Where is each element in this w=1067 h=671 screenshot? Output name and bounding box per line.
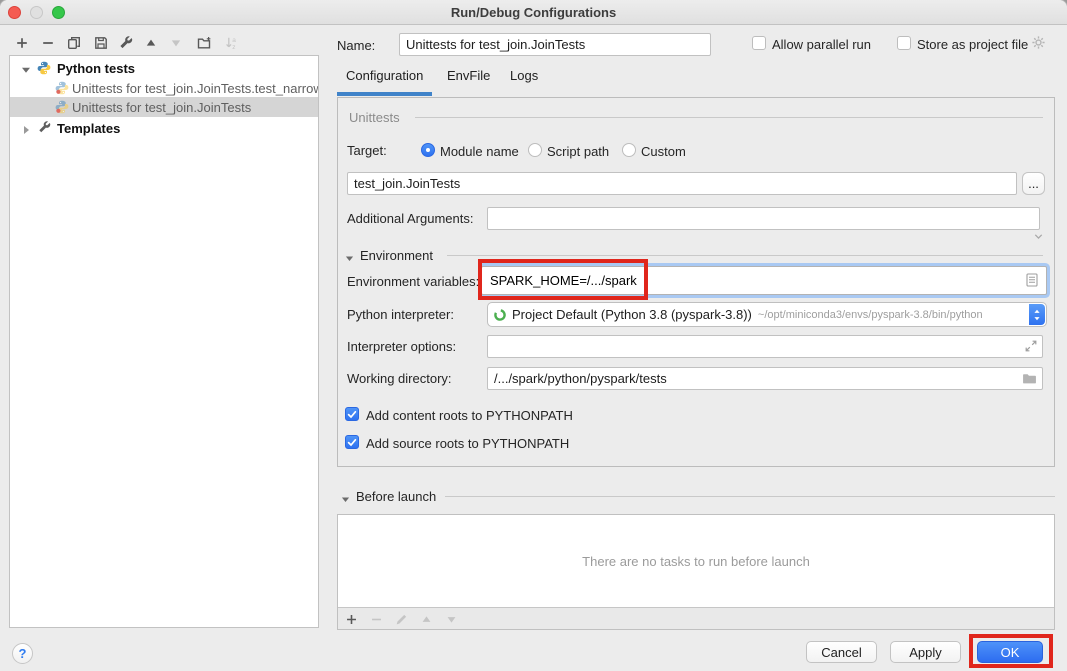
tree-item-jointests-selected[interactable]: Unittests for test_join.JoinTests xyxy=(10,97,318,117)
radio-custom[interactable] xyxy=(622,143,636,157)
edit-task-button xyxy=(393,611,410,628)
radio-custom-label[interactable]: Custom xyxy=(641,144,686,159)
no-tasks-message: There are no tasks to run before launch xyxy=(338,515,1054,607)
sort-configurations-button xyxy=(223,34,240,51)
ok-button[interactable]: OK xyxy=(977,641,1043,663)
environment-section-title[interactable]: Environment xyxy=(360,248,433,263)
add-task-button[interactable] xyxy=(343,611,360,628)
remove-task-button xyxy=(368,611,385,628)
target-label: Target: xyxy=(347,143,387,158)
tab-label: Configuration xyxy=(346,68,423,83)
name-input[interactable] xyxy=(399,33,711,56)
module-name-input[interactable] xyxy=(347,172,1017,195)
conda-icon xyxy=(493,308,507,322)
python-interpreter-select[interactable]: Project Default (Python 3.8 (pyspark-3.8… xyxy=(487,302,1047,327)
allow-parallel-run-checkbox[interactable] xyxy=(752,36,766,50)
before-launch-collapse-icon[interactable] xyxy=(341,492,350,507)
radio-script-path[interactable] xyxy=(528,143,542,157)
interpreter-options-input[interactable] xyxy=(487,335,1043,358)
active-tab-underline xyxy=(337,92,432,96)
radio-module-name[interactable] xyxy=(421,143,435,157)
tree-item-label: Templates xyxy=(57,121,120,136)
python-icon xyxy=(37,61,51,75)
working-directory-input[interactable] xyxy=(487,367,1043,390)
before-launch-title[interactable]: Before launch xyxy=(356,489,436,504)
window-title: Run/Debug Configurations xyxy=(0,5,1067,20)
tree-item-label: Unittests for test_join.JoinTests xyxy=(72,100,251,115)
move-task-down-button xyxy=(443,611,460,628)
cancel-button[interactable]: Cancel xyxy=(806,641,877,663)
tasks-toolbar xyxy=(338,607,1054,629)
dropdown-stepper-icon[interactable] xyxy=(1029,304,1045,325)
interpreter-value: Project Default (Python 3.8 (pyspark-3.8… xyxy=(512,307,752,322)
title-bar: Run/Debug Configurations xyxy=(0,0,1067,25)
tab-envfile[interactable]: EnvFile xyxy=(447,68,490,92)
store-as-project-file-label: Store as project file xyxy=(917,37,1028,52)
add-content-roots-checkbox[interactable] xyxy=(345,407,359,421)
move-down-button xyxy=(167,34,184,51)
interpreter-options-label: Interpreter options: xyxy=(347,339,456,354)
new-folder-button[interactable] xyxy=(195,34,212,51)
store-as-project-file-checkbox[interactable] xyxy=(897,36,911,50)
tree-item-label: Python tests xyxy=(57,61,135,76)
tab-label: EnvFile xyxy=(447,68,490,83)
move-task-up-button xyxy=(418,611,435,628)
allow-parallel-run-label: Allow parallel run xyxy=(772,37,871,52)
add-source-roots-checkbox[interactable] xyxy=(345,435,359,449)
unittests-group-title: Unittests xyxy=(349,110,400,125)
tab-label: Logs xyxy=(510,68,538,83)
additional-arguments-input[interactable] xyxy=(487,207,1040,230)
collapse-icon[interactable] xyxy=(21,63,31,78)
gear-icon[interactable] xyxy=(1031,35,1046,53)
run-debug-configurations-dialog: Run/Debug Configurations Python tests Un… xyxy=(0,0,1067,671)
python-interpreter-label: Python interpreter: xyxy=(347,307,454,322)
tab-logs[interactable]: Logs xyxy=(510,68,538,92)
help-button[interactable]: ? xyxy=(12,643,33,664)
folder-icon[interactable] xyxy=(1022,371,1037,389)
before-launch-tasks-box: There are no tasks to run before launch xyxy=(337,514,1055,630)
working-directory-label: Working directory: xyxy=(347,371,452,386)
radio-module-name-label[interactable]: Module name xyxy=(440,144,519,159)
copy-configuration-button[interactable] xyxy=(65,34,82,51)
interpreter-path: ~/opt/miniconda3/envs/pyspark-3.8/bin/py… xyxy=(758,309,983,321)
separator-line xyxy=(445,496,1055,497)
environment-variables-input[interactable] xyxy=(482,267,1046,294)
name-label: Name: xyxy=(337,38,375,53)
environment-variables-label: Environment variables: xyxy=(347,274,479,289)
tree-item-templates[interactable]: Templates xyxy=(10,118,318,138)
edit-templates-button[interactable] xyxy=(117,34,134,51)
remove-configuration-button[interactable] xyxy=(39,34,56,51)
environment-collapse-icon[interactable] xyxy=(345,251,354,266)
python-test-icon xyxy=(55,81,69,95)
tree-item-label: Unittests for test_join.JoinTests.test_n… xyxy=(72,81,319,96)
add-configuration-button[interactable] xyxy=(13,34,30,51)
environment-variables-field xyxy=(481,266,1047,295)
radio-script-path-label[interactable]: Script path xyxy=(547,144,609,159)
tree-item-test-narrow[interactable]: Unittests for test_join.JoinTests.test_n… xyxy=(10,78,318,98)
separator-line xyxy=(447,255,1043,256)
apply-button[interactable]: Apply xyxy=(890,641,961,663)
python-test-icon xyxy=(55,100,69,114)
browse-button[interactable]: ... xyxy=(1022,172,1045,195)
add-content-roots-label: Add content roots to PYTHONPATH xyxy=(366,408,573,423)
separator-line xyxy=(415,117,1043,118)
wrench-icon xyxy=(38,121,52,135)
tab-configuration[interactable]: Configuration xyxy=(346,68,423,92)
expand-icon[interactable] xyxy=(21,123,31,138)
tree-item-python-tests[interactable]: Python tests xyxy=(10,58,318,78)
chevron-down-icon[interactable] xyxy=(1033,230,1044,245)
save-configuration-button[interactable] xyxy=(92,34,109,51)
additional-arguments-label: Additional Arguments: xyxy=(347,211,473,226)
add-source-roots-label: Add source roots to PYTHONPATH xyxy=(366,436,569,451)
move-up-button[interactable] xyxy=(142,34,159,51)
browse-variables-icon[interactable] xyxy=(1026,273,1038,290)
configurations-tree: Python tests Unittests for test_join.Joi… xyxy=(9,55,319,628)
expand-field-icon[interactable] xyxy=(1024,339,1038,356)
